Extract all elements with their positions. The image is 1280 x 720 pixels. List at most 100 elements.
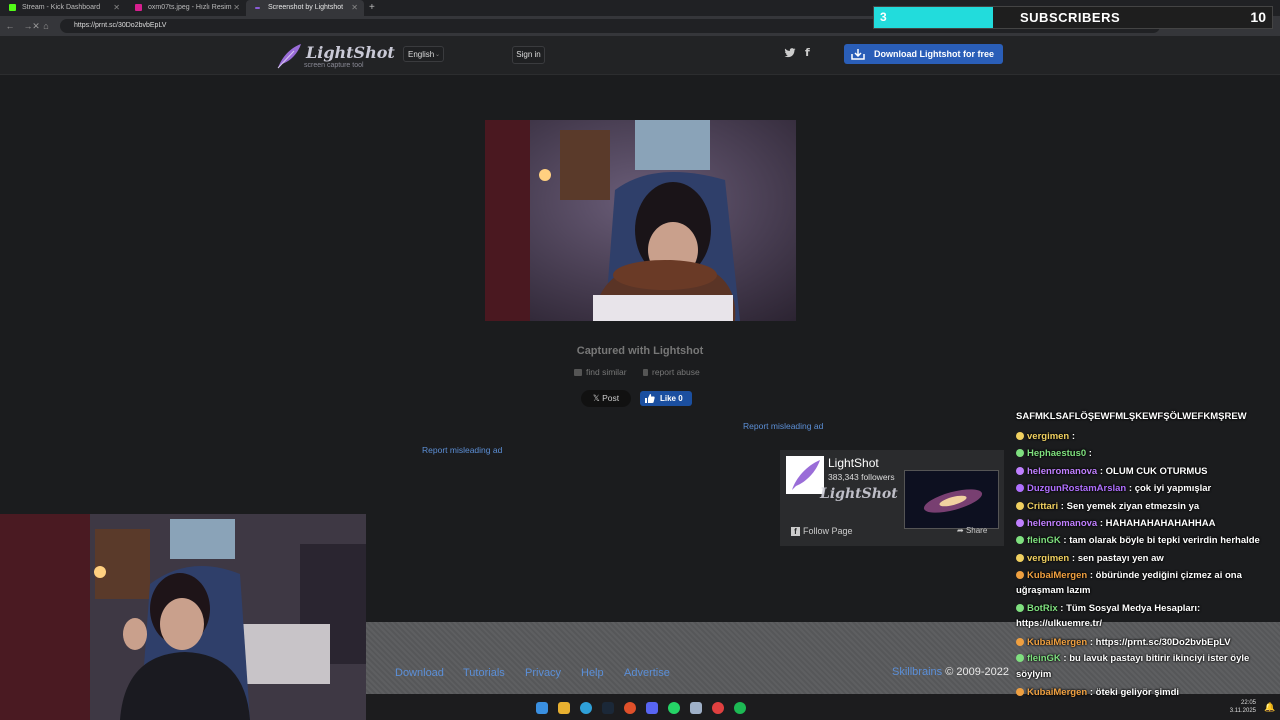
signin-button[interactable]: Sign in	[512, 46, 545, 64]
twitter-icon[interactable]	[784, 47, 796, 59]
lightshot-avatar[interactable]	[786, 456, 824, 494]
chat-username[interactable]: KubaiMergen	[1027, 570, 1087, 581]
chat-message: vergimen : sen pastayı yen aw	[1016, 550, 1280, 568]
kick-icon	[9, 4, 16, 11]
user-badge-icon	[1016, 654, 1024, 662]
subscriber-current: 3	[880, 10, 887, 24]
user-badge-icon	[1016, 431, 1024, 440]
folder-icon[interactable]	[558, 702, 570, 714]
facebook-icon: f	[791, 527, 800, 536]
language-select[interactable]: English ⌄	[403, 46, 444, 62]
chat-header: SAFMKLSAFLÖŞEWFMLŞKEWFŞÖLWEFKMŞREW	[1016, 411, 1247, 422]
logo-watermark: LightShot	[820, 486, 898, 502]
chat-username[interactable]: Crittari	[1027, 501, 1058, 512]
chat-message: helenromanova : HAHAHAHAHAHAHHAA	[1016, 515, 1280, 533]
x-post-label: Post	[602, 393, 620, 403]
tab-title: Screenshot by Lightshot	[268, 4, 344, 11]
browser-tab-kick[interactable]: Stream - Kick Dashboard ✕	[0, 0, 126, 16]
share-label: Share	[965, 526, 988, 535]
app-icon[interactable]	[712, 702, 724, 714]
skillbrains-link[interactable]: Skillbrains	[892, 666, 942, 678]
language-value: English	[408, 50, 435, 59]
image-icon	[574, 369, 582, 376]
screenshot-image	[485, 120, 796, 321]
flag-icon	[643, 369, 648, 376]
browser-tab-lightshot[interactable]: Screenshot by Lightshot ✕	[246, 0, 364, 16]
logo-subtext: screen capture tool	[304, 62, 364, 69]
notification-icon[interactable]: 🔔	[1264, 702, 1275, 712]
chat-message: KubaiMergen : öbüründe yediğini çizmez a…	[1016, 568, 1280, 599]
chat-separator: :	[1097, 465, 1106, 477]
chat-username[interactable]: Hephaestus0	[1027, 448, 1086, 459]
steam-icon[interactable]	[602, 702, 614, 714]
windows-start-icon[interactable]	[536, 702, 548, 714]
tab-title: Stream - Kick Dashboard	[22, 4, 101, 11]
page-name[interactable]: LightShot	[828, 456, 879, 470]
chat-message: KubaiMergen : https://prnt.sc/30Do2bvbEp…	[1016, 634, 1280, 652]
home-icon[interactable]: ⌂	[40, 20, 52, 32]
chat-username[interactable]: fleinGK	[1027, 653, 1061, 664]
chat-message: vergimen :	[1016, 428, 1280, 446]
user-badge-icon	[1016, 449, 1024, 457]
download-lightshot-button[interactable]: Download Lightshot for free	[844, 44, 1003, 64]
feather-icon	[792, 460, 820, 490]
lightshot-icon	[255, 7, 260, 9]
lightshot-logo[interactable]: LightShot screen capture tool	[276, 41, 395, 71]
back-icon[interactable]: ←	[4, 20, 16, 32]
chat-message: Hephaestus0 :	[1016, 445, 1280, 463]
chat-username[interactable]: KubaiMergen	[1027, 637, 1087, 648]
chat-message: KubaiMergen : öteki geliyör şimdi	[1016, 684, 1280, 702]
browser-icon[interactable]	[624, 702, 636, 714]
browser-tab-image[interactable]: oxm07ts.jpeg - Hızlı Resim ✕	[126, 0, 246, 16]
report-abuse-link[interactable]: report abuse	[643, 367, 700, 377]
share-button[interactable]: ➦ Share	[957, 526, 987, 535]
chat-separator: :	[1057, 602, 1067, 614]
chevron-down-icon: ⌄	[434, 52, 440, 58]
chat-text: tam olarak böyle bi tepki verirdin herha…	[1069, 534, 1260, 546]
footer-link-privacy[interactable]: Privacy	[525, 667, 561, 679]
report-misleading-ad-link[interactable]: Report misleading ad	[743, 421, 823, 431]
close-icon[interactable]: ✕	[351, 0, 358, 16]
find-similar-label: find similar	[586, 367, 627, 377]
chat-message: fleinGK : bu lavuk pastayı bitirir ikinc…	[1016, 651, 1280, 682]
spotify-icon[interactable]	[734, 702, 746, 714]
subscriber-goal: 10	[1250, 9, 1266, 25]
chat-message-list: vergimen : Hephaestus0 : helenromanova :…	[1016, 428, 1280, 702]
new-tab-button[interactable]: +	[364, 0, 384, 16]
chat-message: BotRix : Tüm Sosyal Medya Hesapları: htt…	[1016, 601, 1280, 632]
whatsapp-icon[interactable]	[668, 702, 680, 714]
chat-username[interactable]: vergimen	[1027, 431, 1069, 442]
chat-username[interactable]: helenromanova	[1027, 518, 1097, 529]
follow-page-button[interactable]: f Follow Page	[791, 526, 853, 536]
image-icon	[135, 4, 142, 11]
webcam-overlay	[0, 514, 366, 720]
captured-with-lightshot: Captured with Lightshot	[576, 345, 704, 357]
app-icon[interactable]	[690, 702, 702, 714]
footer-link-tutorials[interactable]: Tutorials	[463, 667, 505, 679]
close-icon[interactable]: ✕	[233, 0, 240, 16]
chat-text: https://prnt.sc/30Do2bvbEpLV	[1095, 636, 1231, 648]
report-misleading-ad-link[interactable]: Report misleading ad	[422, 445, 502, 455]
facebook-like-button[interactable]: Like 0	[640, 391, 692, 406]
thumbs-up-icon	[645, 394, 655, 403]
follow-page-label: Follow Page	[803, 526, 853, 536]
chat-username[interactable]: BotRix	[1027, 603, 1058, 614]
find-similar-link[interactable]: find similar	[574, 367, 627, 377]
chat-username[interactable]: DuzgunRostamArslan	[1027, 483, 1126, 494]
footer-link-advertise[interactable]: Advertise	[624, 667, 670, 679]
chat-separator: :	[1087, 687, 1096, 698]
footer-link-help[interactable]: Help	[581, 667, 604, 679]
chat-text: sen pastayı yen aw	[1077, 553, 1164, 564]
close-icon[interactable]: ✕	[113, 0, 120, 16]
x-post-button[interactable]: 𝕏 Post	[581, 390, 631, 407]
chat-username[interactable]: vergimen	[1027, 553, 1069, 564]
facebook-icon[interactable]: f	[805, 46, 810, 59]
chat-text: Sen yemek ziyan etmezsin ya	[1066, 500, 1200, 512]
edge-icon[interactable]	[580, 702, 592, 714]
chat-username[interactable]: fleinGK	[1027, 535, 1061, 546]
chat-username[interactable]: KubaiMergen	[1027, 687, 1087, 698]
clock-date: 3.11.2025	[1229, 708, 1256, 714]
footer-link-download[interactable]: Download	[395, 667, 444, 679]
chat-username[interactable]: helenromanova	[1027, 466, 1097, 477]
discord-icon[interactable]	[646, 702, 658, 714]
